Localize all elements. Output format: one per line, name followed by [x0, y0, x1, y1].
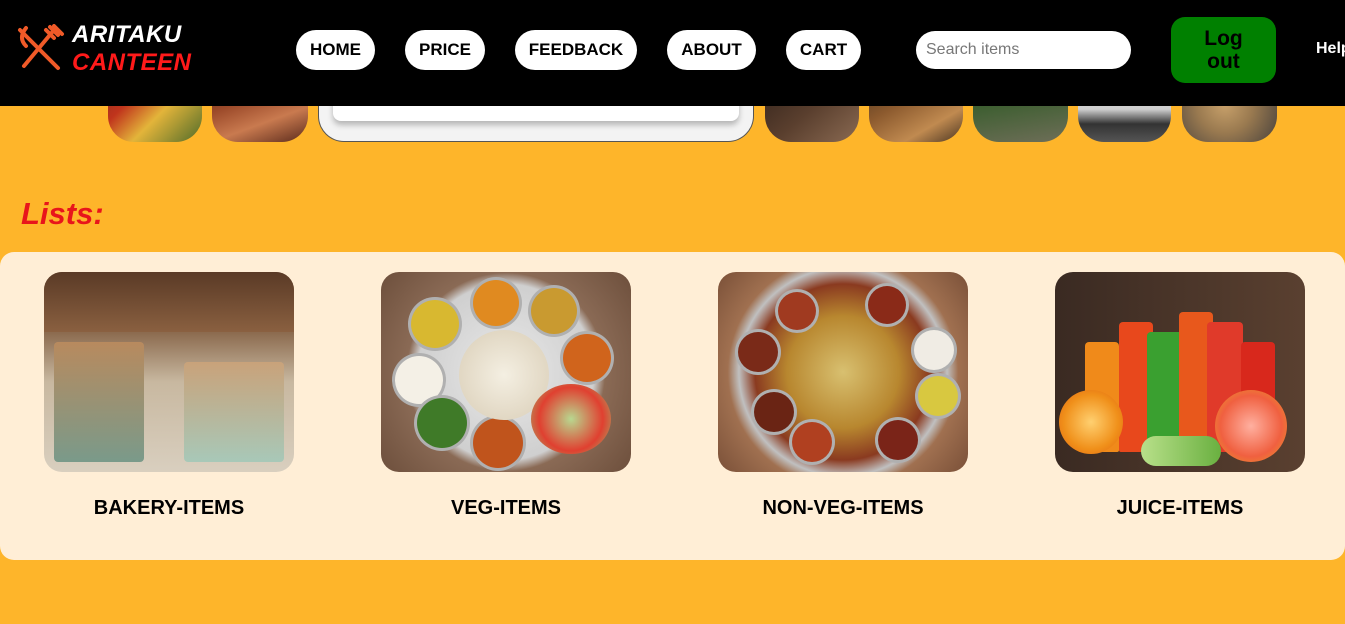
category-card-juice[interactable]: JUICE-ITEMS: [1055, 272, 1305, 520]
bowl: [531, 288, 577, 334]
salad: [531, 384, 611, 454]
bowl: [754, 392, 794, 432]
category-card-veg[interactable]: VEG-ITEMS: [381, 272, 631, 520]
bowl: [792, 422, 832, 462]
veg-thali-image[interactable]: [381, 272, 631, 472]
bowl: [778, 292, 816, 330]
nav-feedback-button[interactable]: FEEDBACK: [515, 30, 637, 70]
search-input[interactable]: [916, 31, 1131, 69]
nav-home-button[interactable]: HOME: [296, 30, 375, 70]
bowl: [914, 330, 954, 370]
bowl: [473, 280, 519, 326]
category-label[interactable]: VEG-ITEMS: [381, 497, 631, 520]
cucumber-slices: [1141, 436, 1221, 466]
logout-button[interactable]: Log out: [1171, 17, 1276, 83]
orange-slice: [1059, 390, 1123, 454]
bowl: [918, 376, 958, 416]
fork-knife-icon: [18, 24, 64, 70]
bowl: [878, 420, 918, 460]
category-card-bakery[interactable]: BAKERY-ITEMS: [44, 272, 294, 520]
bowl: [411, 300, 459, 348]
nav-price-button[interactable]: PRICE: [405, 30, 485, 70]
bowl: [868, 286, 906, 324]
help-link[interactable]: Help: [1316, 40, 1345, 58]
lists-heading: Lists:: [21, 196, 104, 231]
bowl: [738, 332, 778, 372]
grapefruit-slice: [1215, 390, 1287, 462]
category-panel: BAKERY-ITEMS VEG-ITEMS NON-VEG-ITEMS JUI…: [0, 252, 1345, 560]
logo-text-aritaku: ARITAKU: [72, 21, 182, 48]
bakery-counter: [184, 362, 284, 462]
non-veg-thali-image[interactable]: [718, 272, 968, 472]
bakery-ceiling: [44, 272, 294, 332]
category-card-non-veg[interactable]: NON-VEG-ITEMS: [718, 272, 968, 520]
site-logo[interactable]: ARITAKU CANTEEN: [14, 22, 204, 78]
bakery-shelf: [54, 342, 144, 462]
bowl: [395, 356, 443, 404]
nav-cart-button[interactable]: CART: [786, 30, 861, 70]
category-label[interactable]: NON-VEG-ITEMS: [718, 497, 968, 520]
bowl: [473, 418, 523, 468]
logo-text-canteen: CANTEEN: [72, 49, 192, 76]
category-label[interactable]: BAKERY-ITEMS: [44, 497, 294, 520]
nav-about-button[interactable]: ABOUT: [667, 30, 756, 70]
bowl: [417, 398, 467, 448]
juice-image[interactable]: [1055, 272, 1305, 472]
bowl: [563, 334, 611, 382]
top-navbar: ARITAKU CANTEEN HOME PRICE FEEDBACK ABOU…: [0, 0, 1345, 106]
bakery-image[interactable]: [44, 272, 294, 472]
category-label[interactable]: JUICE-ITEMS: [1055, 497, 1305, 520]
